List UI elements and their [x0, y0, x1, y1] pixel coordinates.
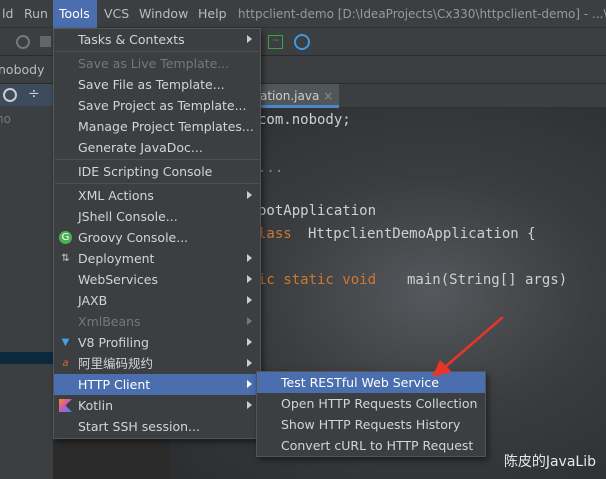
annotation-arrow	[432, 316, 504, 377]
arrow-shaft	[444, 316, 504, 368]
watermark: 陈皮的JavaLib	[503, 454, 596, 470]
